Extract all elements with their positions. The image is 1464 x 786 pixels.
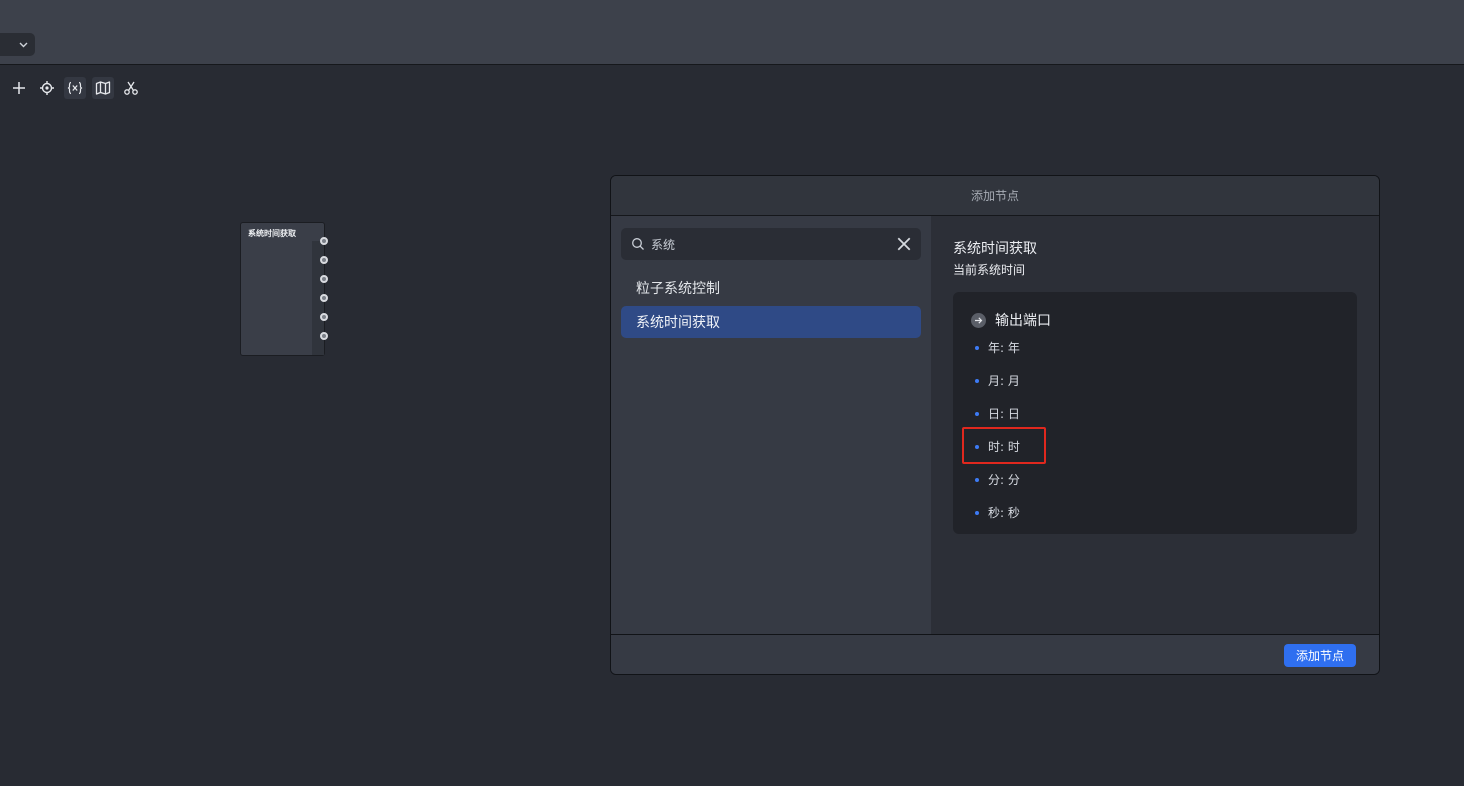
close-icon [897, 237, 911, 251]
center-tool-button[interactable] [36, 77, 58, 99]
chevron-down-icon [19, 42, 28, 47]
node-list-pane: 粒子系统控制 系统时间获取 [611, 216, 931, 634]
arrow-right-icon [971, 312, 986, 328]
port-item: 秒: 秒 [975, 504, 1020, 521]
clear-search-button[interactable] [897, 237, 911, 251]
detail-title: 系统时间获取 [953, 241, 1037, 257]
search-box [621, 228, 921, 260]
dialog-body: 粒子系统控制 系统时间获取 系统时间获取 当前系统时间 输出端口 年: 年 月:… [611, 216, 1379, 634]
node-output-port[interactable] [320, 294, 328, 302]
bullet-icon [975, 378, 979, 383]
scissors-icon [124, 81, 138, 95]
ports-heading: 输出端口 [971, 310, 1051, 330]
target-icon [40, 81, 54, 95]
top-bar [0, 0, 1464, 65]
list-item-selected[interactable]: 系统时间获取 [621, 306, 921, 338]
bullet-icon [975, 477, 979, 482]
plus-icon [13, 82, 25, 94]
port-item: 月: 月 [975, 372, 1020, 389]
node-output-port[interactable] [320, 313, 328, 321]
node-title: 系统时间获取 [248, 229, 296, 238]
bullet-icon [975, 411, 979, 416]
node-output-port[interactable] [320, 275, 328, 283]
bullet-icon [975, 345, 979, 350]
highlight-box [962, 427, 1046, 464]
search-icon [632, 238, 644, 250]
cut-tool-button[interactable] [120, 77, 142, 99]
detail-description: 当前系统时间 [953, 263, 1026, 277]
add-node-dialog: 添加节点 粒子系统控制 系统时间获取 系统时间获取 当前系统时间 输出 [610, 175, 1380, 675]
dialog-title: 添加节点 [611, 176, 1379, 216]
bullet-icon [975, 510, 979, 515]
canvas-toolbar [8, 77, 142, 99]
map-icon [95, 81, 111, 95]
port-item: 分: 分 [975, 471, 1020, 488]
node-output-port[interactable] [320, 256, 328, 264]
add-tool-button[interactable] [8, 77, 30, 99]
node-output-port[interactable] [320, 332, 328, 340]
output-ports-panel: 输出端口 年: 年 月: 月 日: 日 时: 时 分: 分 秒: 秒 [953, 292, 1357, 534]
ports-heading-label: 输出端口 [995, 313, 1051, 329]
list-item[interactable]: 粒子系统控制 [621, 272, 921, 304]
variables-tool-button[interactable] [64, 77, 86, 99]
search-input[interactable] [651, 237, 897, 251]
dropdown-toggle[interactable] [0, 33, 35, 56]
canvas-node[interactable]: 系统时间获取 [240, 222, 328, 356]
dialog-footer: 添加节点 [611, 634, 1379, 674]
map-tool-button[interactable] [92, 77, 114, 99]
add-node-button[interactable]: 添加节点 [1284, 644, 1356, 667]
variable-icon [67, 81, 83, 95]
port-item: 年: 年 [975, 339, 1020, 356]
node-output-port[interactable] [320, 237, 328, 245]
port-item: 日: 日 [975, 405, 1020, 422]
node-detail-pane: 系统时间获取 当前系统时间 输出端口 年: 年 月: 月 日: 日 时: 时 分… [931, 216, 1379, 634]
